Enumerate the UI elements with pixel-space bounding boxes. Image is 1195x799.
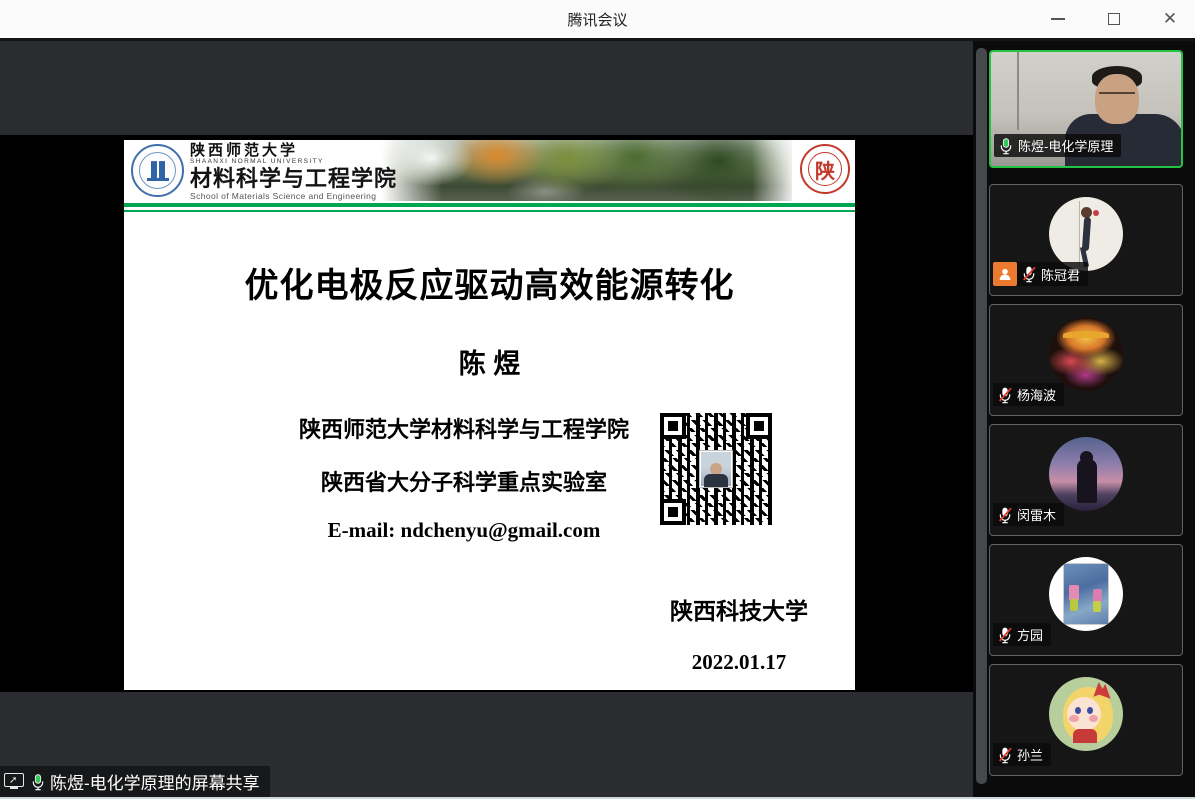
qr-code [655,408,777,530]
window-title: 腾讯会议 [567,9,627,30]
mic-muted-icon [997,386,1013,404]
mic-muted-icon [997,626,1013,644]
participant-tile[interactable]: 杨海波 [989,304,1183,416]
presentation-slide: 陕西师范大学 SHAANXI NORMAL UNIVERSITY 材料科学与工程… [124,140,855,690]
avatar [1049,437,1123,511]
sidebar-scrollbar[interactable] [976,48,987,784]
close-button[interactable]: ✕ [1155,4,1185,34]
participant-tile[interactable]: 闵雷木 [989,424,1183,536]
slide-header: 陕西师范大学 SHAANXI NORMAL UNIVERSITY 材料科学与工程… [124,140,855,201]
participant-tile[interactable]: 陈煜-电化学原理 [989,50,1183,168]
mic-muted-icon [997,506,1013,524]
university-logo-icon [131,144,184,197]
participant-name: 陈煜-电化学原理 [1018,136,1113,155]
participant-name-chip: 杨海波 [993,383,1064,406]
photo-fade-right [752,140,797,201]
venue-text: 陕西科技大学 [584,592,894,626]
participant-name-chip: 方园 [993,623,1051,646]
header-text: 陕西师范大学 SHAANXI NORMAL UNIVERSITY 材料科学与工程… [190,143,450,201]
avatar [1049,677,1123,751]
header-rule-thick [124,203,855,207]
participants-sidebar[interactable]: 陈煜-电化学原理 陈冠君 [973,41,1195,797]
school-name-cn: 材料科学与工程学院 [190,166,450,191]
window-controls: ✕ [1043,0,1185,38]
avatar [1049,557,1123,631]
host-badge-icon [993,262,1017,286]
school-name-en: School of Materials Science and Engineer… [190,191,450,201]
university-name-en: SHAANXI NORMAL UNIVERSITY [190,158,450,166]
shared-screen-area[interactable]: 陕西师范大学 SHAANXI NORMAL UNIVERSITY 材料科学与工程… [0,41,973,797]
university-name-cn: 陕西师范大学 [190,143,450,158]
participant-tile[interactable]: 陈冠君 [989,184,1183,296]
mic-on-icon [998,137,1014,155]
participant-name-chip: 闵雷木 [993,503,1064,526]
screen-share-label: 陈煜-电化学原理的屏幕共享 [50,769,260,794]
participant-name: 陈冠君 [1041,265,1080,284]
window-titlebar[interactable]: 腾讯会议 ✕ [0,0,1195,38]
minimize-button[interactable] [1043,4,1073,34]
participant-name: 孙兰 [1017,745,1043,764]
letterbox-top [0,41,973,135]
slide-author: 陈 煜 [124,342,855,381]
participant-tile[interactable]: 孙兰 [989,664,1183,776]
participant-name: 闵雷木 [1017,505,1056,524]
participant-name: 杨海波 [1017,385,1056,404]
university-seal-icon: 陕 [800,144,850,194]
participant-tile[interactable]: 方园 [989,544,1183,656]
screen-share-status: ➚ 陈煜-电化学原理的屏幕共享 [0,766,270,797]
participant-name-chip: 陈煜-电化学原理 [994,134,1121,157]
mic-muted-icon [997,746,1013,764]
participant-name-chip: 孙兰 [993,743,1051,766]
avatar [1049,197,1123,271]
avatar [1049,317,1123,391]
slide-title: 优化电极反应驱动高效能源转化 [124,258,855,307]
mic-on-icon [30,773,46,791]
participant-name: 方园 [1017,625,1043,644]
screen-share-icon: ➚ [4,773,26,791]
mic-muted-icon [1021,265,1037,283]
participant-name-chip: 陈冠君 [993,262,1088,286]
maximize-button[interactable] [1099,4,1129,34]
qr-center-portrait [699,450,733,488]
date-text: 2022.01.17 [584,650,894,675]
header-rule-thin [124,210,855,212]
venue-block: 陕西科技大学 2022.01.17 [584,592,894,675]
